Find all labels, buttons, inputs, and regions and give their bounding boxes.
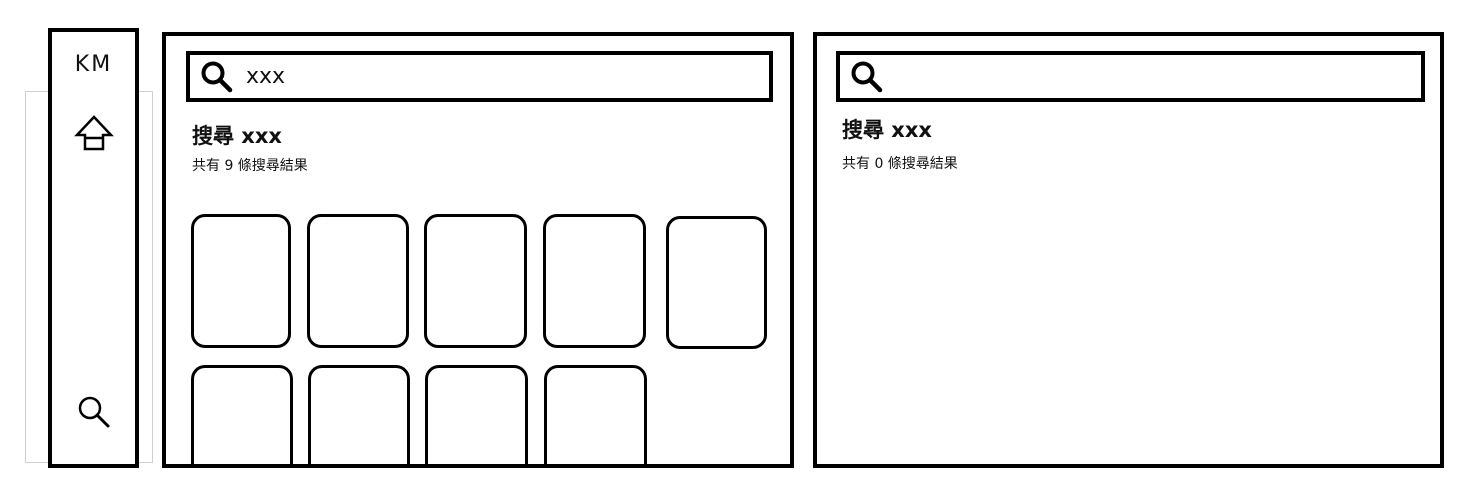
empty-results-panel: 搜尋 xxx 共有 0 條搜尋結果 [813, 32, 1444, 468]
logo: KM [74, 52, 113, 77]
result-card[interactable] [424, 214, 527, 348]
result-card[interactable] [191, 214, 291, 348]
result-card[interactable] [307, 214, 409, 348]
result-grid [166, 36, 790, 464]
home-icon[interactable] [73, 114, 114, 154]
result-card[interactable] [308, 365, 410, 464]
result-card[interactable] [666, 216, 767, 349]
sidebar: KM [48, 28, 139, 468]
result-card[interactable] [543, 214, 646, 348]
search-title: 搜尋 xxx [842, 118, 932, 142]
search-icon[interactable] [76, 394, 112, 430]
result-card[interactable] [544, 365, 647, 464]
result-count: 共有 0 條搜尋結果 [842, 156, 958, 172]
search-icon [851, 61, 883, 92]
search-input[interactable] [836, 51, 1425, 102]
search-results-panel: xxx 搜尋 xxx 共有 9 條搜尋結果 [162, 32, 794, 468]
result-card[interactable] [425, 365, 528, 464]
result-card[interactable] [191, 365, 293, 464]
